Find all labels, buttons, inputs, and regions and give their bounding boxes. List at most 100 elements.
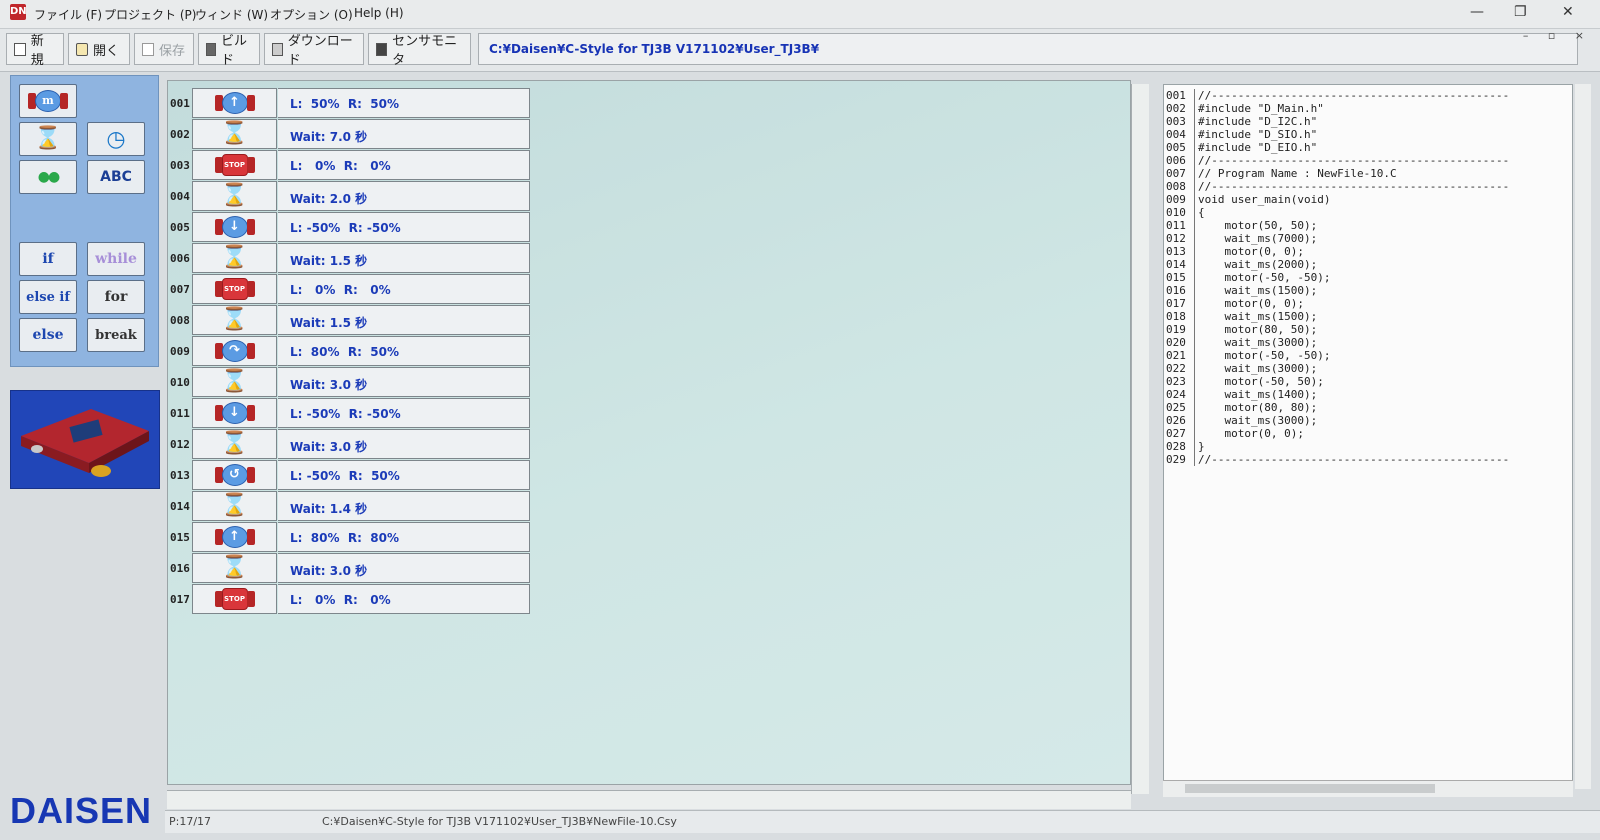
build-label: ビルド [220, 34, 247, 68]
motor-parameter[interactable]: L: 50% R: 50% [278, 88, 530, 118]
program-row[interactable]: 014 ⌛ Wait: 1.4 秒 [168, 490, 530, 522]
wait-parameter[interactable]: Wait: 1.5 秒 [278, 305, 530, 335]
program-row[interactable]: 003 STOP L: 0% R: 0% [168, 149, 530, 181]
code-line: 001 //-----------------------------------… [1164, 89, 1570, 102]
motor-parameter[interactable]: L: -50% R: -50% [278, 212, 530, 242]
editor-horizontal-scrollbar[interactable] [167, 790, 1131, 809]
program-row[interactable]: 002 ⌛ Wait: 7.0 秒 [168, 118, 530, 150]
hourglass-icon[interactable]: ⌛ [192, 429, 277, 459]
code-text: motor(0, 0); [1198, 427, 1304, 440]
if-block-button[interactable]: if [19, 242, 77, 276]
motor-parameter[interactable]: L: 0% R: 0% [278, 584, 530, 614]
editor-vertical-scrollbar[interactable] [1131, 84, 1149, 794]
wait-parameter[interactable]: Wait: 7.0 秒 [278, 119, 530, 149]
elseif-block-button[interactable]: else if [19, 280, 77, 314]
program-row[interactable]: 017 STOP L: 0% R: 0% [168, 583, 530, 615]
motor-icon[interactable]: ↓ [192, 212, 277, 242]
motor-icon[interactable]: ↷ [192, 336, 277, 366]
code-horizontal-scrollbar[interactable] [1163, 780, 1573, 797]
motor-stop-icon[interactable]: STOP [192, 584, 277, 614]
file-path: C:¥Daisen¥C-Style for TJ3B V171102¥User_… [322, 815, 677, 828]
code-text: motor(-50, -50); [1198, 349, 1331, 362]
motor-parameter[interactable]: L: -50% R: -50% [278, 398, 530, 428]
hourglass-icon[interactable]: ⌛ [192, 367, 277, 397]
hourglass-icon[interactable]: ⌛ [192, 553, 277, 583]
minimize-button[interactable]: — [1470, 4, 1484, 20]
menu-project[interactable]: プロジェクト (P) [104, 6, 196, 23]
mdi-controls[interactable]: – ▫ × [1523, 29, 1592, 42]
row-number: 007 [170, 283, 190, 296]
download-label: ダウンロード [287, 34, 353, 68]
hourglass-icon[interactable]: ⌛ [192, 491, 277, 521]
hourglass-icon[interactable]: ⌛ [192, 181, 277, 211]
new-button[interactable]: 新規 [6, 33, 64, 68]
while-block-button[interactable]: while [87, 242, 145, 276]
program-editor[interactable]: 001 ↑ L: 50% R: 50% 002 ⌛ Wait: 7.0 秒 003 STOP L… [167, 80, 1131, 785]
program-row[interactable]: 007 STOP L: 0% R: 0% [168, 273, 530, 305]
save-button[interactable]: 保存 [134, 33, 194, 65]
program-row[interactable]: 013 ↺ L: -50% R: 50% [168, 459, 530, 491]
wait-parameter[interactable]: Wait: 1.5 秒 [278, 243, 530, 273]
menu-options[interactable]: オプション (O) [270, 6, 353, 23]
wait-parameter[interactable]: Wait: 3.0 秒 [278, 367, 530, 397]
abc-block-button[interactable]: ABC [87, 160, 145, 194]
program-row[interactable]: 011 ↓ L: -50% R: -50% [168, 397, 530, 429]
motor-icon[interactable]: ↺ [192, 460, 277, 490]
motor-parameter[interactable]: L: 0% R: 0% [278, 150, 530, 180]
motor-icon[interactable]: ↑ [192, 88, 277, 118]
program-row[interactable]: 006 ⌛ Wait: 1.5 秒 [168, 242, 530, 274]
for-block-button[interactable]: for [87, 280, 145, 314]
wait-parameter[interactable]: Wait: 1.4 秒 [278, 491, 530, 521]
line-number: 029 [1166, 453, 1186, 466]
wait-parameter[interactable]: Wait: 2.0 秒 [278, 181, 530, 211]
build-button[interactable]: ビルド [198, 33, 260, 68]
program-row[interactable]: 008 ⌛ Wait: 1.5 秒 [168, 304, 530, 336]
motor-stop-icon[interactable]: STOP [192, 274, 277, 304]
code-view[interactable]: 001 //-----------------------------------… [1163, 84, 1573, 789]
open-button[interactable]: 開く [68, 33, 130, 65]
menu-help[interactable]: Help (H) [354, 6, 404, 20]
program-row[interactable]: 004 ⌛ Wait: 2.0 秒 [168, 180, 530, 212]
program-row[interactable]: 015 ↑ L: 80% R: 80% [168, 521, 530, 553]
timer-block-button[interactable]: ◷ [87, 122, 145, 156]
wait-parameter[interactable]: Wait: 3.0 秒 [278, 429, 530, 459]
program-row[interactable]: 001 ↑ L: 50% R: 50% [168, 87, 530, 119]
maximize-button[interactable]: ❐ [1514, 4, 1527, 20]
hourglass-icon[interactable]: ⌛ [192, 305, 277, 335]
code-line: 009 void user_main(void) [1164, 193, 1570, 206]
line-number: 018 [1166, 310, 1186, 323]
menu-file[interactable]: ファイル (F) [34, 6, 102, 23]
motor-parameter[interactable]: L: 80% R: 80% [278, 522, 530, 552]
motor-parameter[interactable]: L: 0% R: 0% [278, 274, 530, 304]
motor-stop-icon[interactable]: STOP [192, 150, 277, 180]
menu-window[interactable]: ウィンド (W) [195, 6, 268, 23]
hourglass-icon[interactable]: ⌛ [192, 243, 277, 273]
motor-block-button[interactable]: m [19, 84, 77, 118]
code-line: 002 #include "D_Main.h" [1164, 102, 1570, 115]
break-block-button[interactable]: break [87, 318, 145, 352]
else-block-button[interactable]: else [19, 318, 77, 352]
led-block-button[interactable]: ●● [19, 160, 77, 194]
close-button[interactable]: ✕ [1562, 4, 1574, 20]
row-number: 008 [170, 314, 190, 327]
program-row[interactable]: 010 ⌛ Wait: 3.0 秒 [168, 366, 530, 398]
code-text: //--------------------------------------… [1198, 180, 1510, 193]
code-text: //--------------------------------------… [1198, 453, 1510, 466]
program-row[interactable]: 012 ⌛ Wait: 3.0 秒 [168, 428, 530, 460]
code-scroll-thumb[interactable] [1185, 784, 1435, 793]
wait-parameter[interactable]: Wait: 3.0 秒 [278, 553, 530, 583]
motor-parameter[interactable]: L: 80% R: 50% [278, 336, 530, 366]
program-row[interactable]: 016 ⌛ Wait: 3.0 秒 [168, 552, 530, 584]
hourglass-icon[interactable]: ⌛ [192, 119, 277, 149]
download-button[interactable]: ダウンロード [264, 33, 364, 68]
motor-parameter[interactable]: L: -50% R: 50% [278, 460, 530, 490]
program-row[interactable]: 009 ↷ L: 80% R: 50% [168, 335, 530, 367]
program-row[interactable]: 005 ↓ L: -50% R: -50% [168, 211, 530, 243]
wait-block-button[interactable]: ⌛ [19, 122, 77, 156]
code-line: 021 motor(-50, -50); [1164, 349, 1570, 362]
sensor-monitor-button[interactable]: センサモニタ [368, 33, 471, 68]
line-number: 011 [1166, 219, 1186, 232]
motor-icon[interactable]: ↓ [192, 398, 277, 428]
code-vertical-scrollbar[interactable] [1575, 84, 1591, 789]
motor-icon[interactable]: ↑ [192, 522, 277, 552]
